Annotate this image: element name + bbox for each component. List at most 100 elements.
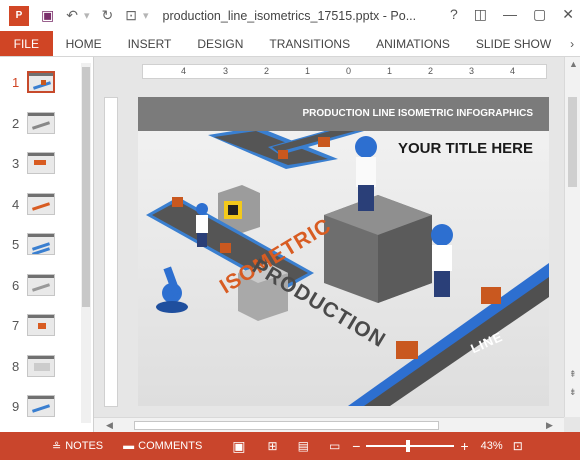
slide-thumbnail-image bbox=[27, 71, 55, 93]
worker-legs bbox=[434, 271, 450, 297]
manager-body bbox=[356, 157, 376, 187]
robot-base bbox=[156, 301, 188, 313]
scrollbar-thumb[interactable] bbox=[134, 421, 439, 430]
slide-thumbnail-image bbox=[27, 112, 55, 134]
comments-label: COMMENTS bbox=[138, 440, 203, 452]
previous-slide-icon[interactable]: ⇞ bbox=[569, 369, 577, 380]
powerpoint-window: P ▣ ↶ ▾ ↻ ⊡ ▾ production_line_isometrics… bbox=[0, 0, 580, 460]
slide-thumbnail[interactable]: 6 bbox=[0, 272, 80, 312]
undo-dropdown-icon[interactable]: ▾ bbox=[84, 9, 90, 22]
slide-thumbnail-image bbox=[27, 274, 55, 296]
horizontal-ruler: 4 3 2 1 0 1 2 3 4 bbox=[142, 64, 547, 79]
slide-thumbnail-image bbox=[27, 193, 55, 215]
undo-icon[interactable]: ↶ bbox=[66, 7, 78, 24]
tab-transitions[interactable]: TRANSITIONS bbox=[256, 31, 363, 56]
zoom-in-icon[interactable]: + bbox=[460, 438, 468, 454]
slide[interactable]: PRODUCTION LINE ISOMETRIC INFOGRAPHICS Y… bbox=[138, 97, 549, 406]
slide-number: 5 bbox=[12, 237, 20, 252]
slide-thumbnail[interactable]: 9 bbox=[0, 393, 80, 433]
vertical-ruler bbox=[104, 97, 118, 407]
slide-thumbnail[interactable]: 3 bbox=[0, 150, 80, 190]
zoom-out-icon[interactable]: − bbox=[352, 438, 360, 454]
slide-header-text: PRODUCTION LINE ISOMETRIC INFOGRAPHICS bbox=[302, 108, 533, 119]
slide-number: 7 bbox=[12, 318, 20, 333]
machine-window bbox=[228, 205, 238, 215]
ribbon-tabs: FILE HOME INSERT DESIGN TRANSITIONS ANIM… bbox=[0, 31, 580, 57]
document-title: production_line_isometrics_17515.pptx - … bbox=[162, 8, 417, 23]
notes-label: NOTES bbox=[65, 440, 104, 452]
slide-thumbnail-image bbox=[27, 314, 55, 336]
slide-vertical-scrollbar[interactable]: ▲ ⇞ ⇟ bbox=[564, 57, 580, 417]
start-slideshow-icon[interactable]: ⊡ bbox=[125, 7, 137, 24]
slide-thumbnail[interactable]: 5 bbox=[0, 231, 80, 271]
slide-editing-area: 4 3 2 1 0 1 2 3 4 PRODUCTION LINE ISOMET… bbox=[94, 57, 580, 432]
reading-view-icon[interactable]: ▤ bbox=[298, 439, 309, 453]
minimize-icon[interactable]: — bbox=[503, 6, 517, 23]
maximize-icon[interactable]: ▢ bbox=[533, 6, 546, 23]
scroll-up-icon[interactable]: ▲ bbox=[569, 59, 578, 69]
ribbon-display-icon[interactable]: ◫ bbox=[474, 6, 487, 23]
close-icon[interactable]: ✕ bbox=[562, 6, 574, 23]
notes-icon: ≗ bbox=[52, 440, 62, 453]
scroll-left-icon[interactable]: ◀ bbox=[106, 420, 113, 431]
tab-design[interactable]: DESIGN bbox=[184, 31, 256, 56]
redo-icon[interactable]: ↻ bbox=[102, 7, 114, 24]
customize-qat-icon[interactable]: ▾ bbox=[143, 9, 149, 22]
comments-button[interactable]: ▬ COMMENTS bbox=[123, 440, 202, 452]
ruler-tick: 2 bbox=[264, 66, 270, 76]
thumbnail-scrollbar[interactable] bbox=[81, 63, 91, 423]
ruler-tick: 4 bbox=[181, 66, 187, 76]
slide-thumbnail-image bbox=[27, 355, 55, 377]
cargo-box bbox=[396, 341, 418, 359]
powerpoint-logo-icon: P bbox=[9, 5, 29, 26]
notes-button[interactable]: ≗ NOTES bbox=[52, 440, 103, 453]
scrollbar-thumb[interactable] bbox=[82, 67, 90, 307]
save-icon[interactable]: ▣ bbox=[41, 7, 54, 24]
fit-slide-icon[interactable]: ⊡ bbox=[513, 439, 523, 453]
help-icon[interactable]: ? bbox=[450, 6, 458, 23]
next-slide-icon[interactable]: ⇟ bbox=[569, 387, 577, 398]
scrollbar-thumb[interactable] bbox=[568, 97, 577, 187]
slide-thumbnail-image bbox=[27, 395, 55, 417]
slide-number: 2 bbox=[12, 116, 20, 131]
ruler-tick: 1 bbox=[387, 66, 393, 76]
slide-title[interactable]: YOUR TITLE HERE bbox=[398, 140, 533, 157]
slide-number: 3 bbox=[12, 156, 20, 171]
slide-horizontal-scrollbar[interactable]: ◀ ▶ bbox=[94, 417, 564, 432]
cargo-box bbox=[481, 287, 501, 304]
manager-helmet bbox=[355, 136, 377, 158]
ruler-tick: 3 bbox=[223, 66, 229, 76]
tab-home[interactable]: HOME bbox=[53, 31, 115, 56]
worker-legs bbox=[197, 233, 207, 247]
worker-helmet bbox=[431, 224, 453, 246]
tab-insert[interactable]: INSERT bbox=[115, 31, 185, 56]
slide-thumbnail-image bbox=[27, 233, 55, 255]
slide-thumbnail-image bbox=[27, 152, 55, 174]
cargo-box bbox=[278, 150, 288, 159]
ruler-tick: 2 bbox=[428, 66, 434, 76]
slide-thumbnail[interactable]: 4 bbox=[0, 191, 80, 231]
window-controls: ? ◫ — ▢ ✕ bbox=[450, 6, 574, 23]
ruler-tick: 4 bbox=[510, 66, 516, 76]
ruler-tick: 1 bbox=[305, 66, 311, 76]
tab-file[interactable]: FILE bbox=[0, 31, 53, 56]
slide-thumbnail[interactable]: 8 bbox=[0, 353, 80, 393]
zoom-slider[interactable] bbox=[366, 440, 455, 452]
slide-thumbnail[interactable]: 7 bbox=[0, 312, 80, 352]
slide-thumbnail[interactable]: 1 bbox=[0, 69, 80, 109]
zoom-slider-thumb[interactable] bbox=[406, 440, 411, 452]
slide-show-icon[interactable]: ▭ bbox=[329, 439, 340, 453]
tab-slide-show[interactable]: SLIDE SHOW bbox=[463, 31, 564, 56]
chevron-right-icon[interactable]: › bbox=[564, 31, 580, 56]
normal-view-icon[interactable]: ▣ bbox=[232, 438, 245, 455]
slide-number: 1 bbox=[12, 75, 20, 90]
scroll-right-icon[interactable]: ▶ bbox=[546, 420, 553, 431]
cargo-box bbox=[220, 243, 231, 253]
slide-header-band: PRODUCTION LINE ISOMETRIC INFOGRAPHICS bbox=[138, 97, 549, 131]
slide-sorter-icon[interactable]: ⊞ bbox=[268, 439, 278, 453]
slide-thumbnail[interactable]: 2 bbox=[0, 110, 80, 150]
tab-animations[interactable]: ANIMATIONS bbox=[363, 31, 463, 56]
zoom-level[interactable]: 43% bbox=[481, 440, 503, 452]
slide-number: 6 bbox=[12, 278, 20, 293]
slide-number: 4 bbox=[12, 197, 20, 212]
